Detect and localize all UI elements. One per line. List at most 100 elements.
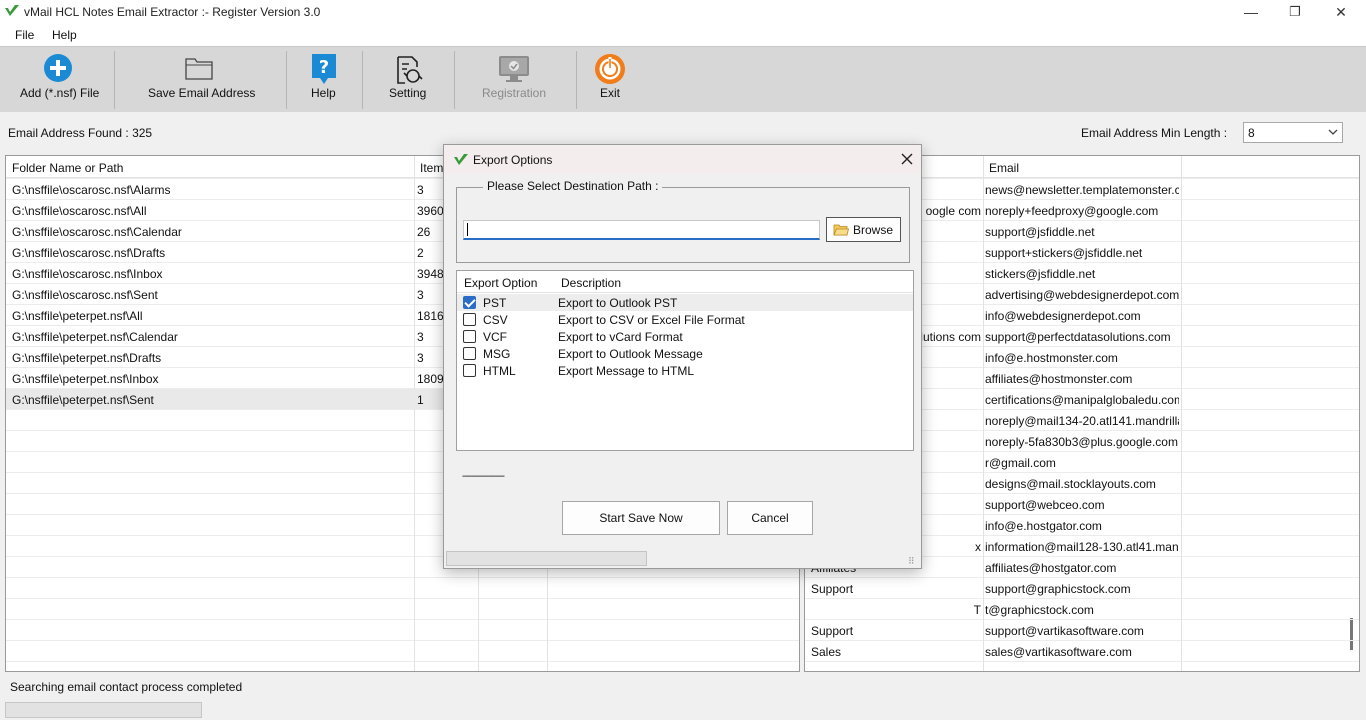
folder-path: G:\nsffile\peterpet.nsf\Sent (12, 393, 154, 407)
folder-path: G:\nsffile\peterpet.nsf\All (12, 309, 143, 323)
email-address: r@gmail.com (985, 456, 1056, 470)
email-address: affiliates@hostmonster.com (985, 372, 1133, 386)
export-option-row[interactable]: CSV Export to CSV or Excel File Format (457, 311, 913, 328)
export-option-name: MSG (483, 347, 511, 361)
registration-button[interactable]: Registration (458, 47, 572, 111)
start-save-now-button[interactable]: Start Save Now (562, 501, 720, 535)
contact-name: T (973, 603, 981, 617)
maximize-button[interactable]: ❐ (1272, 0, 1318, 24)
toolbar-divider (286, 51, 287, 109)
min-length-value: 8 (1248, 126, 1255, 140)
row-divider (805, 661, 1359, 662)
item-count: 3 (417, 288, 424, 302)
resize-grip-icon: ⠿ (908, 556, 915, 566)
contact-name: Support (811, 624, 854, 638)
email-address: info@webdesignerdepot.com (985, 309, 1141, 323)
item-count: 1 (417, 393, 424, 407)
email-address: support@graphicstock.com (985, 582, 1131, 596)
email-address: designs@mail.stocklayouts.com (985, 477, 1156, 491)
help-label: Help (311, 86, 336, 100)
toolbar: Add (*.nsf) File Save Email Address ? He… (0, 46, 1366, 112)
cancel-button[interactable]: Cancel (727, 501, 813, 535)
export-option-header: Export Option Description (457, 271, 913, 293)
app-logo-icon (454, 154, 468, 165)
folder-path: G:\nsffile\oscarosc.nsf\Alarms (12, 183, 171, 197)
browse-label: Browse (853, 222, 894, 237)
dialog-progress-bar (446, 551, 647, 566)
export-option-row[interactable]: PST Export to Outlook PST (457, 294, 913, 311)
minimize-button[interactable]: — (1228, 0, 1274, 24)
exit-button[interactable]: Exit (580, 47, 640, 111)
row-divider (6, 619, 799, 620)
help-button[interactable]: ? Help (290, 47, 358, 111)
destination-path-input[interactable] (463, 220, 820, 240)
item-count: 3 (417, 183, 424, 197)
column-header-email[interactable]: Email (989, 161, 1019, 175)
close-window-button[interactable]: ✕ (1318, 0, 1364, 24)
item-count: 3960 (417, 204, 444, 218)
destination-path-label: Please Select Destination Path : (483, 179, 663, 193)
save-email-address-label: Save Email Address (148, 86, 256, 100)
export-option-description: Export Message to HTML (558, 364, 695, 378)
export-option-description: Export to vCard Format (558, 330, 683, 344)
item-count: 3948 (417, 267, 444, 281)
table-row[interactable]: Tt@graphicstock.com (805, 599, 1349, 619)
min-length-label: Email Address Min Length : (1081, 126, 1228, 140)
save-email-address-button[interactable]: Save Email Address (118, 47, 282, 111)
dialog-title-bar: Export Options (444, 145, 921, 174)
monitor-icon (499, 56, 529, 82)
export-option-row[interactable]: HTML Export Message to HTML (457, 362, 913, 379)
export-option-checkbox[interactable] (463, 364, 476, 377)
email-address: sales@vartikasoftware.com (985, 645, 1132, 659)
table-row[interactable]: Support support@graphicstock.com (805, 578, 1349, 598)
menu-help[interactable]: Help (52, 28, 77, 42)
email-address: info@e.hostgator.com (985, 519, 1102, 533)
column-header-description[interactable]: Description (561, 276, 621, 290)
email-address: support@webceo.com (985, 498, 1105, 512)
export-option-checkbox[interactable] (463, 313, 476, 326)
email-address: noreply@mail134-20.atl141.mandrillap... (985, 414, 1179, 428)
toolbar-divider (576, 51, 577, 109)
column-header-export-option[interactable]: Export Option (464, 276, 537, 290)
folder-path: G:\nsffile\peterpet.nsf\Calendar (12, 330, 178, 344)
table-row[interactable]: Support support@vartikasoftware.com (805, 620, 1349, 640)
export-option-checkbox[interactable] (463, 296, 476, 309)
column-header-folder[interactable]: Folder Name or Path (12, 161, 123, 175)
email-address: support@jsfiddle.net (985, 225, 1095, 239)
item-count: 3 (417, 330, 424, 344)
email-list-scrollbar[interactable] (1350, 618, 1353, 650)
min-length-select[interactable]: 8 (1243, 122, 1343, 143)
email-address: info@e.hostmonster.com (985, 351, 1118, 365)
export-option-name: CSV (483, 313, 508, 327)
setting-label: Setting (389, 86, 427, 100)
export-option-checkbox[interactable] (463, 347, 476, 360)
email-address: support@perfectdatasolutions.com (985, 330, 1171, 344)
export-option-row[interactable]: VCF Export to vCard Format (457, 328, 913, 345)
menu-file[interactable]: File (15, 28, 34, 42)
export-option-checkbox[interactable] (463, 330, 476, 343)
contact-name: Support (811, 582, 854, 596)
folder-path: G:\nsffile\oscarosc.nsf\Drafts (12, 246, 166, 260)
dialog-close-icon[interactable] (901, 153, 913, 165)
email-found-summary: Email Address Found : 325 (8, 126, 152, 140)
row-divider (6, 577, 799, 578)
text-caret (467, 223, 468, 236)
browse-button[interactable]: Browse (826, 217, 901, 242)
add-nsf-file-button[interactable]: Add (*.nsf) File (2, 47, 114, 111)
row-divider (6, 640, 799, 641)
item-count: 1816 (417, 309, 444, 323)
add-nsf-file-label: Add (*.nsf) File (20, 86, 100, 100)
folder-path: G:\nsffile\peterpet.nsf\Inbox (12, 372, 159, 386)
table-row[interactable]: Sales sales@vartikasoftware.com (805, 641, 1349, 661)
setting-button[interactable]: Setting (366, 47, 450, 111)
email-address: information@mail128-130.atl41.mandril... (985, 540, 1179, 554)
item-count: 3 (417, 351, 424, 365)
folder-path: G:\nsffile\oscarosc.nsf\Inbox (12, 267, 163, 281)
exit-label: Exit (600, 86, 621, 100)
export-options-dialog: Export Options Please Select Destination… (443, 144, 922, 569)
export-option-row[interactable]: MSG Export to Outlook Message (457, 345, 913, 362)
destination-path-group: Please Select Destination Path : Browse (456, 179, 910, 263)
email-address: support@vartikasoftware.com (985, 624, 1144, 638)
title-bar: vMail HCL Notes Email Extractor :- Regis… (0, 0, 1366, 24)
email-address: advertising@webdesignerdepot.com (985, 288, 1179, 302)
